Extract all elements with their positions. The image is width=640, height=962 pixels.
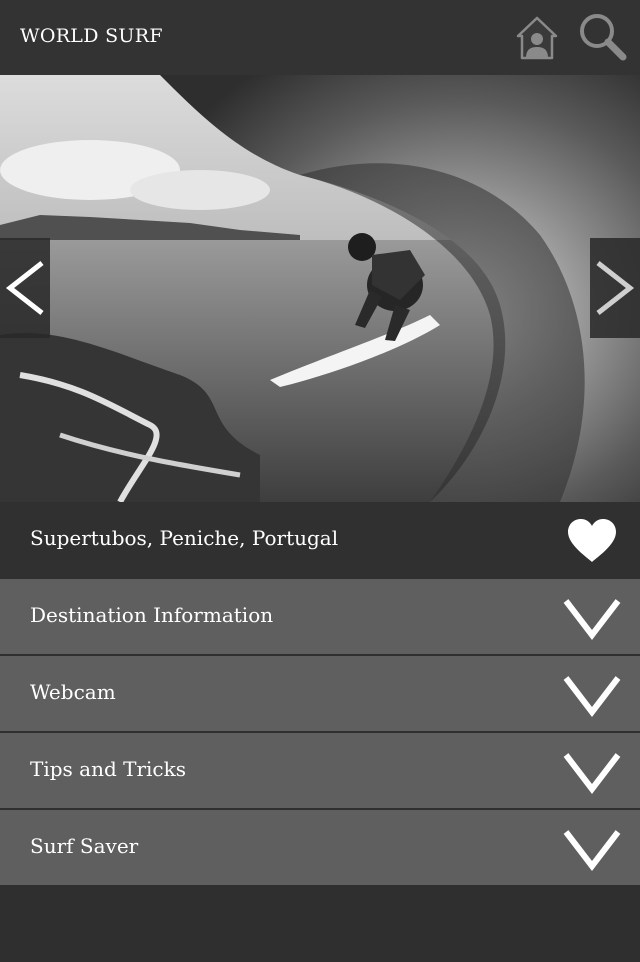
chevron-down-icon [563,676,621,717]
section-surf-saver[interactable]: Surf Saver [0,810,640,885]
section-webcam[interactable]: Webcam [0,656,640,731]
location-title-bar: Supertubos, Peniche, Portugal [0,502,640,578]
chevron-down-icon [563,753,621,794]
surf-photo [0,75,640,502]
chevron-right-icon [596,261,635,315]
section-label: Tips and Tricks [30,757,187,781]
prev-image-button[interactable] [0,238,50,338]
chevron-down-icon [563,599,621,640]
next-image-button[interactable] [590,238,640,338]
section-label: Destination Information [30,603,274,627]
search-icon[interactable] [576,10,627,62]
section-destination-information[interactable]: Destination Information [0,579,640,654]
chevron-down-icon [563,830,621,871]
location-name: Supertubos, Peniche, Portugal [30,526,339,550]
app-header: WORLD SURF [0,0,640,75]
heart-icon[interactable] [566,518,618,564]
chevron-left-icon [5,261,44,315]
section-tips-and-tricks[interactable]: Tips and Tricks [0,733,640,808]
app-title: WORLD SURF [20,25,163,47]
section-label: Webcam [30,680,116,704]
section-label: Surf Saver [30,834,139,858]
hero-image [0,75,640,502]
home-user-icon[interactable] [512,12,562,64]
